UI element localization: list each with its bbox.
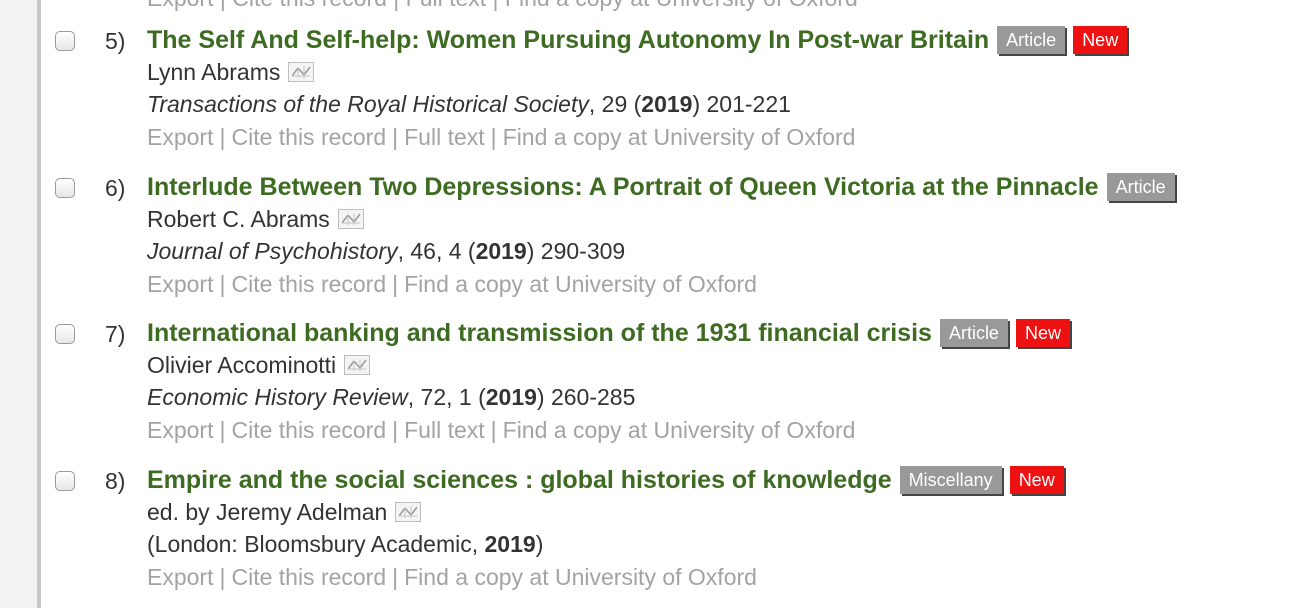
format-badge: Miscellany [899, 466, 1002, 494]
journal-name: Transactions of the Royal Historical Soc… [147, 91, 589, 117]
title-line: The Self And Self-help: Women Pursuing A… [147, 24, 1128, 56]
format-badge: Article [997, 26, 1066, 54]
author-name[interactable]: Olivier Accominotti [147, 350, 336, 380]
find-copy-link[interactable]: Find a copy at University of Oxford [404, 564, 757, 590]
left-border [37, 0, 41, 608]
source-pages: ) 260-285 [536, 384, 636, 410]
author-name[interactable]: Lynn Abrams [147, 57, 280, 87]
cite-record-link[interactable]: Cite this record [231, 271, 386, 297]
cite-record-link[interactable]: Cite this record [231, 564, 386, 590]
title-line: International banking and transmission o… [147, 317, 1070, 349]
publication-year: 2019 [641, 91, 693, 117]
record-number: 6) [105, 175, 126, 201]
author-line: Lynn Abrams [147, 57, 315, 87]
source-prefix: (London: Bloomsbury Academic, [147, 531, 485, 557]
separator: | [490, 417, 497, 443]
format-badge: Article [939, 319, 1008, 347]
full-text-link[interactable]: Full text [404, 124, 485, 150]
new-badge: New [1009, 466, 1064, 494]
record-number: 8) [105, 468, 126, 494]
new-badge: New [1015, 319, 1070, 347]
source-pages: ) [535, 531, 544, 557]
select-record-checkbox[interactable] [55, 178, 75, 198]
left-gutter [0, 0, 37, 608]
record-actions: Export | Cite this record | Find a copy at U… [147, 562, 757, 592]
source-volume: , 72, 1 ( [407, 384, 486, 410]
format-badge: Article [1106, 173, 1175, 201]
source-pages: ) 290-309 [526, 238, 626, 264]
title-line: Interlude Between Two Depressions: A Por… [147, 171, 1175, 203]
publication-year: 2019 [485, 384, 537, 410]
select-record-checkbox[interactable] [55, 471, 75, 491]
record-number: 7) [105, 321, 126, 347]
source-line: Journal of Psychohistory, 46, 4 (2019) 2… [147, 236, 625, 266]
separator: | [392, 564, 399, 590]
cite-record-link[interactable]: Cite this record [231, 417, 386, 443]
record-actions: Export | Cite this record | Find a copy at U… [147, 269, 757, 299]
source-line: Transactions of the Royal Historical Soc… [147, 89, 791, 119]
select-record-checkbox[interactable] [55, 324, 75, 344]
find-copy-link[interactable]: Find a copy at University of Oxford [503, 417, 856, 443]
export-link[interactable]: Export [147, 124, 213, 150]
journal-name: Economic History Review [147, 384, 408, 410]
record-title-link[interactable]: Interlude Between Two Depressions: A Por… [147, 171, 1099, 203]
journal-name: Journal of Psychohistory [147, 238, 398, 264]
author-network-icon[interactable] [395, 502, 422, 522]
new-badge: New [1073, 26, 1128, 54]
find-copy-link[interactable]: Find a copy at University of Oxford [404, 271, 757, 297]
find-copy-link[interactable]: Find a copy at University of Oxford [503, 124, 856, 150]
record-title-link[interactable]: Empire and the social sciences : global … [147, 464, 892, 496]
author-line: Robert C. Abrams [147, 204, 364, 234]
author-line: Olivier Accominotti [147, 350, 371, 380]
record-number: 5) [105, 28, 126, 54]
export-link[interactable]: Export [147, 564, 213, 590]
publication-year: 2019 [484, 531, 536, 557]
source-volume: , 29 ( [588, 91, 642, 117]
separator: | [490, 124, 497, 150]
separator: | [219, 564, 226, 590]
select-record-checkbox[interactable] [55, 31, 75, 51]
export-link[interactable]: Export [147, 271, 213, 297]
source-pages: ) 201-221 [692, 91, 791, 117]
record-title-link[interactable]: The Self And Self-help: Women Pursuing A… [147, 24, 989, 56]
source-volume: , 46, 4 ( [397, 238, 476, 264]
title-line: Empire and the social sciences : global … [147, 464, 1064, 496]
record-actions: Export | Cite this record | Full text | Find a… [147, 415, 855, 445]
record-actions: Export | Cite this record | Full text | Find a… [147, 122, 855, 152]
separator: | [219, 417, 226, 443]
author-network-icon[interactable] [288, 62, 315, 82]
full-text-link[interactable]: Full text [404, 417, 485, 443]
publication-year: 2019 [475, 238, 527, 264]
source-line: Economic History Review, 72, 1 (2019) 26… [147, 382, 635, 412]
author-line: ed. by Jeremy Adelman [147, 497, 422, 527]
author-network-icon[interactable] [337, 209, 364, 229]
record-title-link[interactable]: International banking and transmission o… [147, 317, 932, 349]
previous-record-actions: Export | Cite this record | Full text | … [147, 0, 858, 12]
separator: | [219, 271, 226, 297]
export-link[interactable]: Export [147, 417, 213, 443]
author-name[interactable]: ed. by Jeremy Adelman [147, 497, 387, 527]
separator: | [392, 271, 399, 297]
source-line: (London: Bloomsbury Academic, 2019) [147, 529, 543, 559]
author-network-icon[interactable] [344, 355, 371, 375]
separator: | [219, 124, 226, 150]
separator: | [392, 124, 399, 150]
cite-record-link[interactable]: Cite this record [231, 124, 386, 150]
separator: | [392, 417, 399, 443]
author-name[interactable]: Robert C. Abrams [147, 204, 330, 234]
